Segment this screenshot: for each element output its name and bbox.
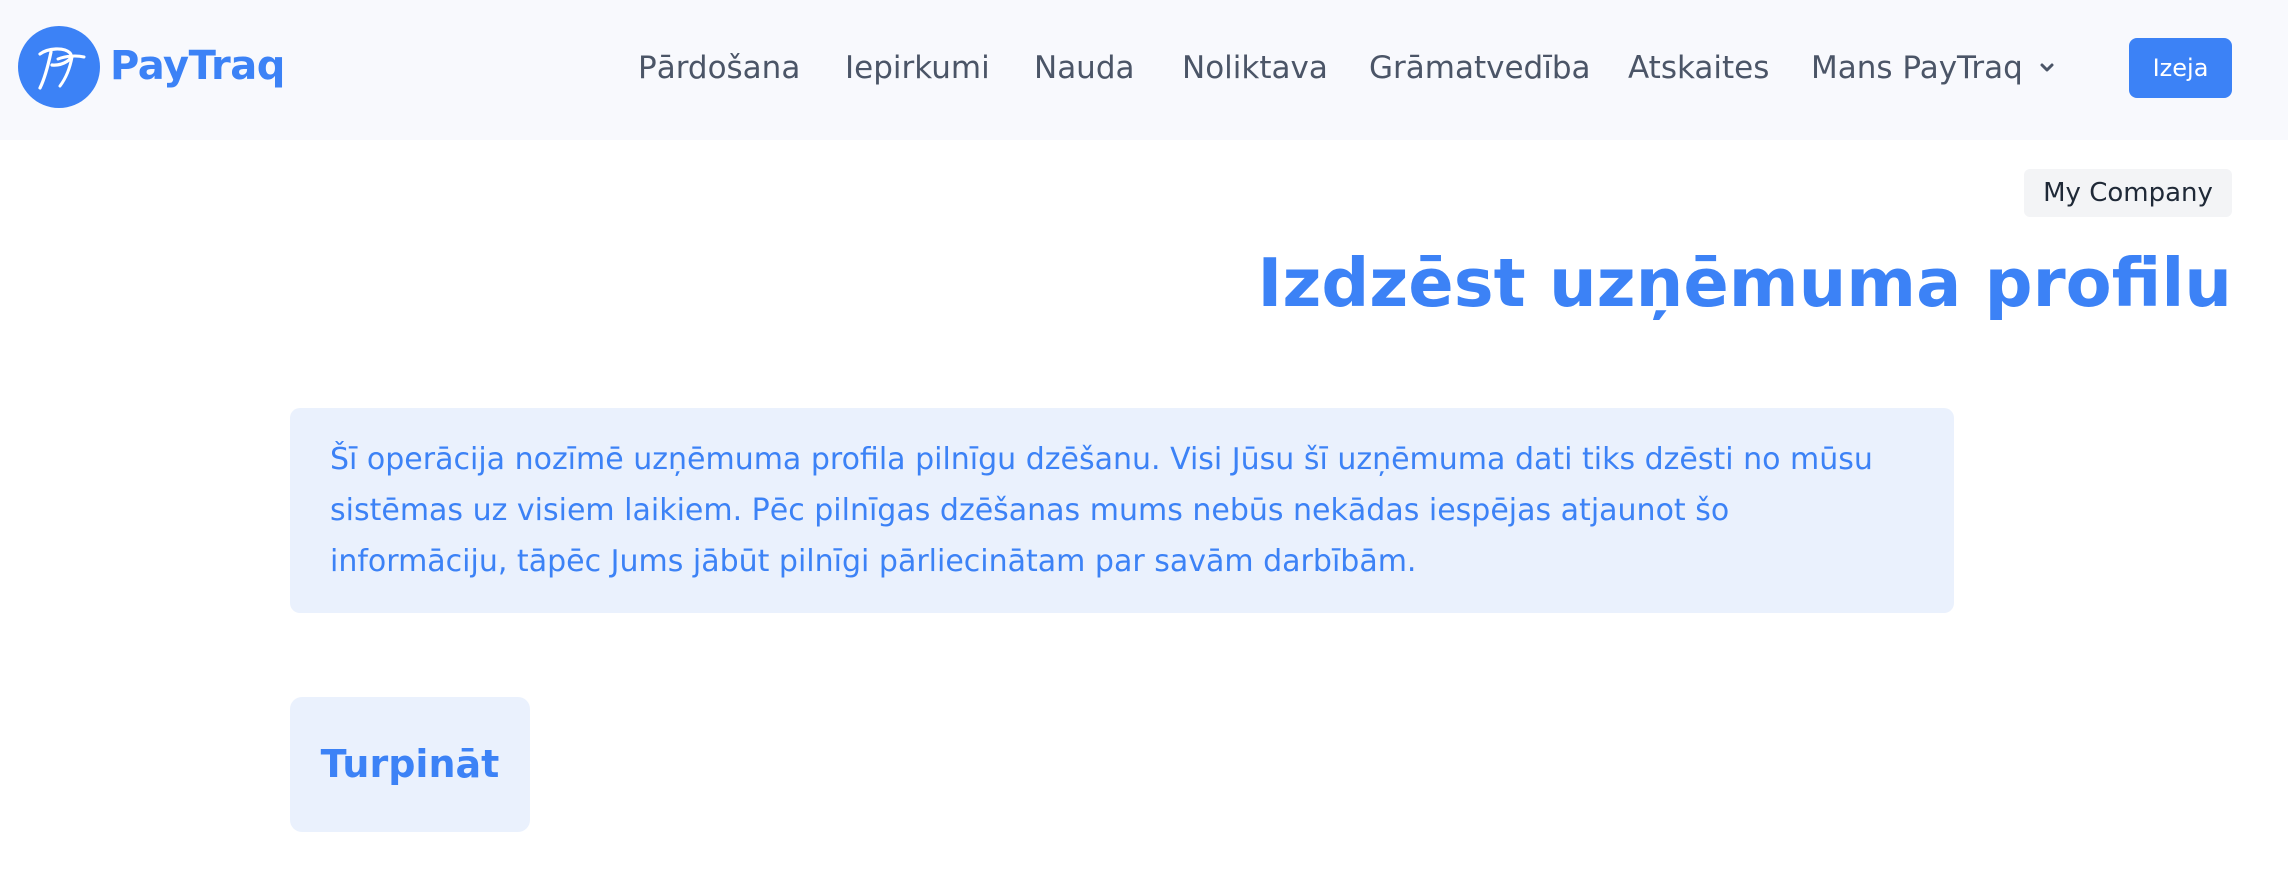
paytraq-logo-icon[interactable] — [18, 26, 100, 108]
nav-item-iepirkumi[interactable]: Iepirkumi — [845, 44, 990, 92]
top-navbar: PayTraq Pārdošana Iepirkumi Nauda Nolikt… — [0, 0, 2288, 140]
logout-button[interactable]: Izeja — [2129, 38, 2232, 98]
company-badge: My Company — [2024, 169, 2232, 217]
nav-item-mans-paytraq[interactable]: Mans PayTraq — [1811, 44, 2023, 92]
brand-name[interactable]: PayTraq — [110, 38, 285, 94]
page-title: Izdzēst uzņēmuma profilu — [1257, 244, 2232, 322]
warning-text: Šī operācija nozīmē uzņēmuma profila pil… — [330, 442, 1873, 579]
continue-button[interactable]: Turpināt — [290, 697, 530, 832]
nav-item-noliktava[interactable]: Noliktava — [1182, 44, 1328, 92]
nav-item-atskaites[interactable]: Atskaites — [1628, 44, 1769, 92]
chevron-down-icon[interactable] — [2039, 62, 2055, 74]
nav-item-nauda[interactable]: Nauda — [1034, 44, 1135, 92]
nav-item-pardosana[interactable]: Pārdošana — [638, 44, 800, 92]
nav-item-gramatvediba[interactable]: Grāmatvedība — [1369, 44, 1591, 92]
warning-box: Šī operācija nozīmē uzņēmuma profila pil… — [290, 408, 1954, 613]
